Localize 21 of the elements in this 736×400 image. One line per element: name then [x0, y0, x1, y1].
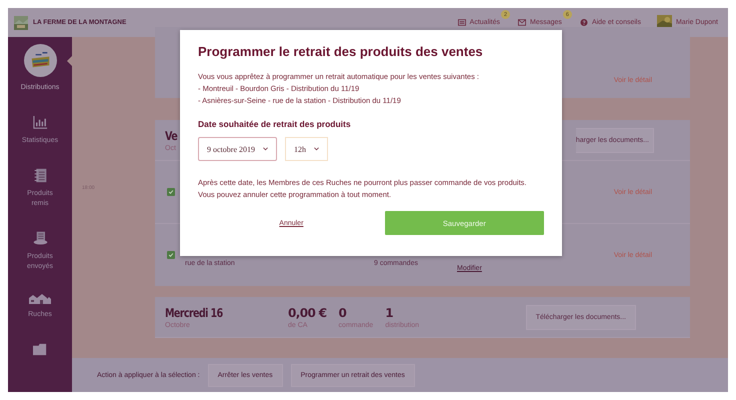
date-select[interactable]: 9 octobre 2019 — [198, 137, 277, 161]
stat-value: 0 — [338, 306, 348, 320]
notebook-icon — [32, 168, 48, 183]
checkbox[interactable] — [167, 251, 175, 259]
stat-value: 0,00 € — [288, 306, 327, 320]
day-title: Mercredi 16 — [165, 306, 223, 320]
chevron-icon — [314, 147, 319, 151]
bar-chart-icon — [32, 115, 48, 130]
chevron-icon — [263, 147, 268, 151]
basket-icon — [24, 44, 56, 77]
modal-title: Programmer le retrait des produits des ventes — [198, 44, 484, 59]
envelope-icon — [518, 19, 526, 26]
notebook-icon — [32, 231, 48, 246]
newspaper-icon — [458, 19, 466, 26]
checkbox[interactable] — [167, 188, 175, 196]
hour-select[interactable]: 12h — [285, 137, 328, 161]
folder-icon — [32, 342, 48, 357]
houses-icon — [29, 294, 51, 304]
stat-value: 1 — [385, 306, 394, 320]
day-title: Ve — [165, 128, 178, 142]
section-heading: Date souhaitée de retrait des produits — [198, 119, 352, 129]
